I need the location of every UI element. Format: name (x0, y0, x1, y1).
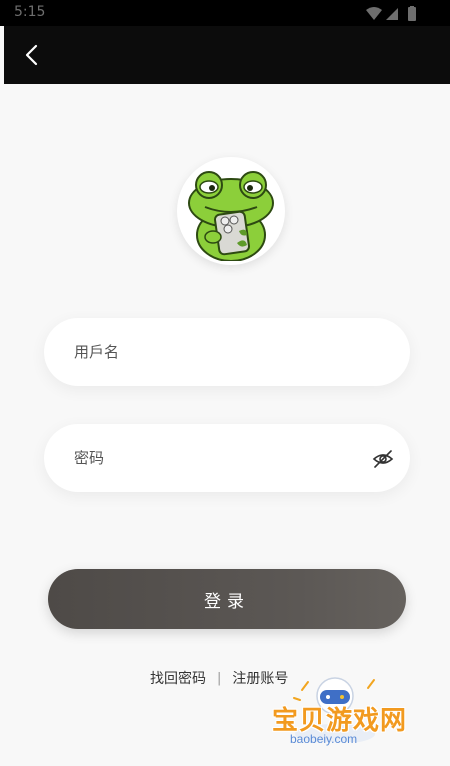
account-links: 找回密码 | 注册账号 (150, 668, 288, 688)
app-avatar (177, 157, 285, 265)
status-icons (364, 6, 424, 22)
eye-off-icon (372, 450, 394, 468)
links-separator: | (217, 670, 222, 686)
chevron-left-icon (25, 44, 38, 66)
watermark-url: baobeiy.com (290, 732, 358, 746)
login-button[interactable]: 登录 (48, 569, 406, 629)
password-input[interactable] (74, 424, 364, 492)
signal-icon (386, 8, 398, 20)
watermark: 宝贝游戏网 baobeiy.com (270, 672, 448, 766)
password-field[interactable] (44, 424, 410, 492)
battery-icon (408, 7, 416, 21)
toggle-password-visibility-button[interactable] (372, 448, 394, 470)
app-bar (4, 26, 450, 84)
wifi-icon (366, 7, 382, 20)
status-bar: 5:15 (0, 0, 450, 26)
frog-mascot-icon (188, 171, 274, 261)
username-field[interactable] (44, 318, 410, 386)
back-button[interactable] (18, 40, 48, 70)
status-time: 5:15 (14, 4, 46, 20)
forgot-password-link[interactable]: 找回密码 (150, 668, 206, 688)
username-input[interactable] (74, 318, 364, 386)
